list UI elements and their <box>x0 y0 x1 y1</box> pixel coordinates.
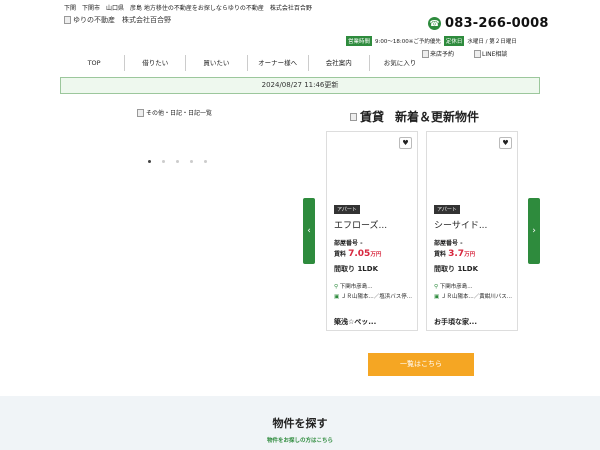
heart-icon[interactable]: ♥ <box>399 137 412 149</box>
update-timestamp: 2024/08/27 11:46更新 <box>60 77 540 94</box>
catch-copy: 築浅☆ペッ... <box>334 318 377 326</box>
phone-contact[interactable]: ☎ 083-266-0008 <box>428 16 549 31</box>
rent-label: 賃料 <box>334 251 347 258</box>
property-name[interactable]: シーサイド... <box>434 218 487 231</box>
room-number: 部屋番号 - <box>434 240 463 247</box>
route: ▣ ＪＲ山陽本...／黄紺川バス... <box>434 293 514 302</box>
visit-label: 来店予約 <box>430 51 455 58</box>
slider-dot[interactable] <box>190 160 193 163</box>
holiday-value: 水曜日 / 第２日曜日 <box>467 39 517 45</box>
carousel-next-button[interactable]: › <box>528 198 540 264</box>
phone-icon: ☎ <box>428 17 441 30</box>
line-consult-button[interactable]: LINE相談 <box>474 49 507 58</box>
location: ⚲ 下関市彦島... <box>434 282 473 290</box>
rent: 賃料 7.05万円 <box>334 249 381 259</box>
route-text: ＪＲ山陽本...／黄紺川バス... <box>440 294 512 300</box>
holiday-label: 定休日 <box>443 36 465 46</box>
line-label: LINE相談 <box>482 51 508 58</box>
logo-alt-text: ゆりの不動産 株式会社百合野 <box>73 16 171 24</box>
category-badge: アパート <box>434 205 460 214</box>
rent: 賃料 3.7万円 <box>434 249 475 259</box>
diary-image-icon <box>137 108 144 117</box>
listings-title-text: 新着＆更新物件 <box>395 110 480 124</box>
location: ⚲ 下関市彦島... <box>334 282 373 290</box>
floor-plan: 間取り 1LDK <box>434 264 478 274</box>
nav-item-company[interactable]: 会社案内 <box>309 55 370 71</box>
catch-copy: お手頃な家... <box>434 318 477 326</box>
slider-dot[interactable] <box>148 160 151 163</box>
diary-banner[interactable]: その他・日記・日記一覧 <box>137 108 212 117</box>
view-list-button[interactable]: 一覧はこちら <box>368 353 474 376</box>
diary-alt-text: その他・日記・日記一覧 <box>146 110 213 117</box>
nav-item-favorites[interactable]: お気に入り <box>370 55 430 71</box>
business-hours: 営業時間 9:00～18:00※ご予約優先 定休日 水曜日 / 第２日曜日 <box>346 36 517 46</box>
hours-value: 9:00～18:00※ご予約優先 <box>375 39 441 45</box>
layout-label: 間取り <box>434 265 455 273</box>
nav-item-rent[interactable]: 借りたい <box>125 55 187 71</box>
header-tagline: 下関 下関市 山口県 彦島 地方移住の不動産をお探しならゆりの不動産 株式会社百… <box>64 5 312 12</box>
nav-item-owner[interactable]: オーナー様へ <box>248 55 309 71</box>
slider-dot[interactable] <box>162 160 165 163</box>
layout-value: 1LDK <box>457 265 479 273</box>
property-name[interactable]: エフローズ... <box>334 218 387 231</box>
nav-item-buy[interactable]: 買いたい <box>186 55 248 71</box>
slider-dot[interactable] <box>204 160 207 163</box>
logo[interactable]: ゆりの不動産 株式会社百合野 <box>64 15 171 25</box>
rent-price: 3.7 <box>448 249 465 259</box>
route: ▣ ＪＲ山陽本...／塩浜バス停... <box>334 293 414 302</box>
layout-label: 間取り <box>334 265 355 273</box>
slider-dots <box>148 160 207 163</box>
heart-icon[interactable]: ♥ <box>499 137 512 149</box>
rent-price: 7.05 <box>348 249 371 259</box>
header-sub-buttons: 来店予約 LINE相談 <box>422 49 507 58</box>
search-title: 物件を探す <box>272 417 328 430</box>
room-number: 部屋番号 - <box>334 240 363 247</box>
listings-title: 賃貸 新着＆更新物件 <box>350 108 479 125</box>
nav-item-top[interactable]: TOP <box>64 55 126 71</box>
location-text: 下関市彦島... <box>339 284 373 290</box>
phone-number[interactable]: 083-266-0008 <box>445 16 549 31</box>
layout-value: 1LDK <box>357 265 379 273</box>
rent-unit: 万円 <box>464 252 476 258</box>
logo-image-icon <box>64 16 71 24</box>
rent-unit: 万円 <box>370 252 382 258</box>
carousel-prev-button[interactable]: ‹ <box>303 198 315 264</box>
property-card[interactable]: ♥ アパート エフローズ... 部屋番号 - 賃料 7.05万円 間取り 1LD… <box>326 131 418 331</box>
rent-label: 賃料 <box>434 251 447 258</box>
train-icon: ▣ <box>334 294 340 300</box>
hours-label: 営業時間 <box>346 36 373 46</box>
main-nav: TOP 借りたい 買いたい オーナー様へ 会社案内 お気に入り <box>64 55 430 71</box>
listings-title-img-alt: 賃貸 <box>360 110 385 124</box>
line-image-icon <box>474 49 482 58</box>
search-subtitle: 物件をお探しの方はこちら <box>266 438 333 444</box>
category-badge: アパート <box>334 205 360 214</box>
map-pin-icon: ⚲ <box>434 284 439 290</box>
chevron-left-icon: ‹ <box>307 226 311 236</box>
map-pin-icon: ⚲ <box>334 284 339 290</box>
route-text: ＪＲ山陽本...／塩浜バス停... <box>340 294 412 300</box>
train-icon: ▣ <box>434 294 440 300</box>
property-card[interactable]: ♥ アパート シーサイド... 部屋番号 - 賃料 3.7万円 間取り 1LDK… <box>426 131 518 331</box>
floor-plan: 間取り 1LDK <box>334 264 378 274</box>
location-text: 下関市彦島... <box>439 284 473 290</box>
chevron-right-icon: › <box>532 226 536 236</box>
slider-dot[interactable] <box>176 160 179 163</box>
rental-image-icon <box>350 112 357 121</box>
